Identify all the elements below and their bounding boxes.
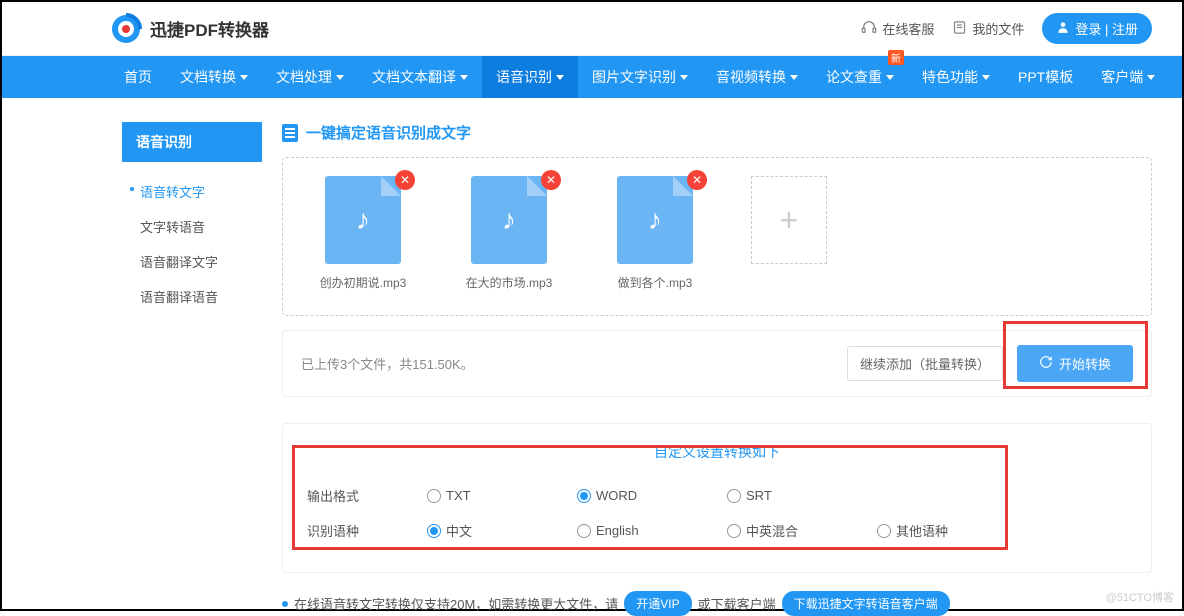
language-option[interactable]: 中文 <box>427 521 577 540</box>
login-register-button[interactable]: 登录 | 注册 <box>1042 13 1152 44</box>
radio-icon <box>427 489 441 503</box>
language-option[interactable]: 其他语种 <box>877 521 1027 540</box>
music-note-icon: ♪ <box>356 204 370 236</box>
nav-item-特色功能[interactable]: 特色功能 <box>908 56 1004 98</box>
document-icon <box>282 124 298 142</box>
settings-panel: 自定义设置转换如下 输出格式 TXTWORDSRT 识别语种 中文English… <box>282 423 1152 573</box>
nav-item-文档文本翻译[interactable]: 文档文本翻译 <box>358 56 482 98</box>
nav-item-PPT模板[interactable]: PPT模板 <box>1004 56 1087 98</box>
add-more-button[interactable]: 继续添加（批量转换） <box>847 346 1003 381</box>
caret-down-icon <box>982 75 990 80</box>
format-option[interactable]: WORD <box>577 488 727 503</box>
radio-icon <box>727 489 741 503</box>
bullet-icon <box>282 601 288 607</box>
brand-logo[interactable]: 迅捷PDF转换器 <box>110 13 269 45</box>
start-convert-button[interactable]: 开始转换 <box>1017 345 1133 382</box>
radio-icon <box>427 524 441 538</box>
nav-item-客户端[interactable]: 客户端 <box>1087 56 1169 98</box>
caret-down-icon <box>680 75 688 80</box>
headset-icon <box>861 19 877 38</box>
tip-row: 在线语音转文字转换仅支持20M，如需转换更大文件，请 开通VIP 或下载客户端 … <box>282 591 1152 616</box>
nav-item-语音识别[interactable]: 语音识别 <box>482 56 578 98</box>
file-name: 做到各个.mp3 <box>605 274 705 291</box>
delete-file-button[interactable]: ✕ <box>541 170 561 190</box>
brand-name: 迅捷PDF转换器 <box>150 16 269 41</box>
watermark: @51CTO博客 <box>1106 589 1174 605</box>
add-file-button[interactable]: + <box>751 176 827 264</box>
caret-down-icon <box>886 75 894 80</box>
customer-service-link[interactable]: 在线客服 <box>861 19 934 38</box>
open-vip-button[interactable]: 开通VIP <box>624 591 691 616</box>
delete-file-button[interactable]: ✕ <box>687 170 707 190</box>
file-card: ♪✕创办初期说.mp3 <box>313 176 413 291</box>
user-icon <box>1056 20 1070 37</box>
language-option[interactable]: 中英混合 <box>727 521 877 540</box>
file-name: 在大的市场.mp3 <box>459 274 559 291</box>
top-header: 迅捷PDF转换器 在线客服 我的文件 登录 | 注册 <box>2 2 1182 56</box>
sidebar-item[interactable]: 语音翻译文字 <box>122 244 262 279</box>
caret-down-icon <box>790 75 798 80</box>
upload-status-text: 已上传3个文件，共151.50K。 <box>301 354 474 373</box>
caret-down-icon <box>1147 75 1155 80</box>
format-option[interactable]: TXT <box>427 488 577 503</box>
radio-icon <box>577 489 591 503</box>
nav-item-文档转换[interactable]: 文档转换 <box>166 56 262 98</box>
caret-down-icon <box>460 75 468 80</box>
sidebar-item[interactable]: 语音翻译语音 <box>122 279 262 314</box>
file-thumbnail: ♪ <box>617 176 693 264</box>
sidebar-title: 语音识别 <box>122 122 262 162</box>
nav-item-文档处理[interactable]: 文档处理 <box>262 56 358 98</box>
brand-logo-icon <box>110 13 142 45</box>
settings-title: 自定义设置转换如下 <box>307 442 1127 462</box>
delete-file-button[interactable]: ✕ <box>395 170 415 190</box>
file-name: 创办初期说.mp3 <box>313 274 413 291</box>
sidebar-item[interactable]: 语音转文字 <box>122 174 262 209</box>
file-thumbnail: ♪ <box>325 176 401 264</box>
my-files-link[interactable]: 我的文件 <box>952 19 1024 38</box>
refresh-icon <box>1039 355 1053 372</box>
main-nav: 首页文档转换文档处理文档文本翻译语音识别图片文字识别音视频转换论文查重新特色功能… <box>2 56 1182 98</box>
language-option[interactable]: English <box>577 521 727 540</box>
sidebar-item[interactable]: 文字转语音 <box>122 209 262 244</box>
radio-icon <box>877 524 891 538</box>
upload-area: ♪✕创办初期说.mp3♪✕在大的市场.mp3♪✕做到各个.mp3+ <box>282 157 1152 316</box>
language-label: 识别语种 <box>307 521 427 540</box>
nav-item-论文查重[interactable]: 论文查重新 <box>812 56 908 98</box>
file-thumbnail: ♪ <box>471 176 547 264</box>
sidebar: 语音识别 语音转文字文字转语音语音翻译文字语音翻译语音 <box>122 122 262 616</box>
format-option[interactable]: SRT <box>727 488 877 503</box>
nav-item-首页[interactable]: 首页 <box>110 56 166 98</box>
page-title: 一键搞定语音识别成文字 <box>282 122 1152 143</box>
caret-down-icon <box>556 75 564 80</box>
nav-item-图片文字识别[interactable]: 图片文字识别 <box>578 56 702 98</box>
music-note-icon: ♪ <box>502 204 516 236</box>
new-badge: 新 <box>888 50 904 65</box>
caret-down-icon <box>336 75 344 80</box>
radio-icon <box>577 524 591 538</box>
radio-icon <box>727 524 741 538</box>
file-icon <box>952 20 967 38</box>
download-client-button[interactable]: 下载迅捷文字转语音客户端 <box>782 591 950 616</box>
top-right-actions: 在线客服 我的文件 登录 | 注册 <box>861 13 1152 44</box>
file-card: ♪✕在大的市场.mp3 <box>459 176 559 291</box>
format-label: 输出格式 <box>307 486 427 505</box>
status-bar: 已上传3个文件，共151.50K。 继续添加（批量转换） 开始转换 <box>282 330 1152 397</box>
file-card: ♪✕做到各个.mp3 <box>605 176 705 291</box>
caret-down-icon <box>240 75 248 80</box>
music-note-icon: ♪ <box>648 204 662 236</box>
nav-item-音视频转换[interactable]: 音视频转换 <box>702 56 812 98</box>
